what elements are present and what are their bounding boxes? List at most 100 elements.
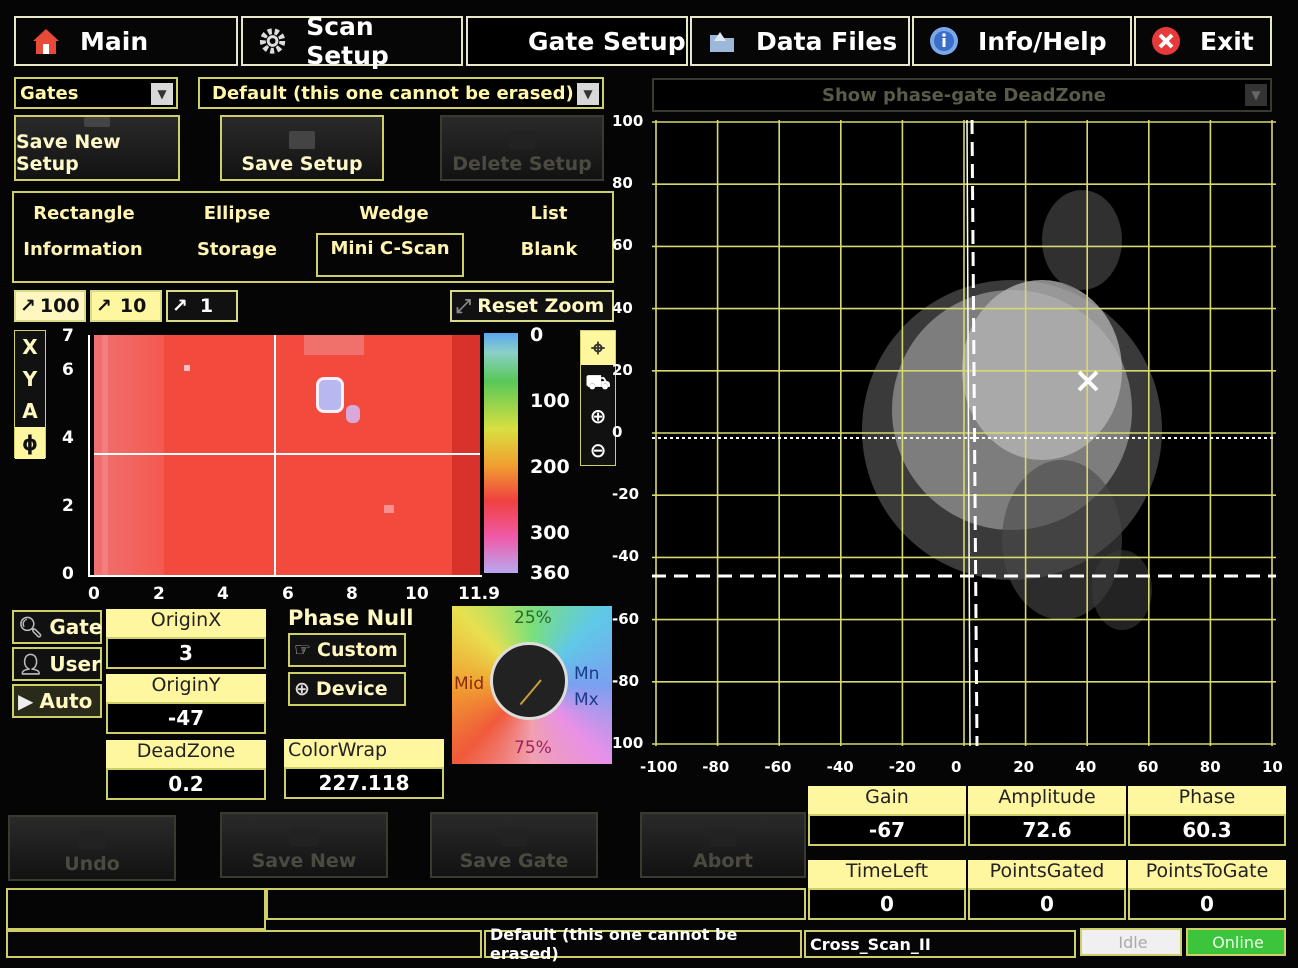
originy-input[interactable]: -47 — [106, 702, 266, 734]
pointstogate-value: 0 — [1128, 888, 1286, 920]
status-setup: Default (this one cannot be erased) — [484, 925, 802, 963]
plot-x-tick: 20 — [1013, 758, 1035, 776]
shape-wedge[interactable]: Wedge — [334, 203, 454, 224]
deadzone-label: DeadZone — [106, 740, 266, 768]
zoom-in-icon[interactable]: ⊕ — [581, 399, 615, 433]
zoom-1-button[interactable]: ↗ 1 — [166, 290, 238, 322]
undo-icon — [79, 831, 105, 849]
gear-icon — [259, 28, 286, 54]
shape-mini-cscan[interactable]: Mini C-Scan — [316, 233, 464, 277]
axis-x-option[interactable]: X — [15, 331, 45, 363]
mini-cscan-image[interactable] — [94, 335, 480, 575]
phase-color-dial[interactable]: 25% 75% Mid Mn Mx — [452, 606, 612, 764]
axis-selector: X Y A ϕ — [14, 330, 46, 459]
cscan-y-tick: 4 — [62, 428, 74, 448]
plot-y-tick: 0 — [612, 423, 623, 441]
tab-info-help[interactable]: Info/Help — [912, 16, 1132, 66]
deadzone-input[interactable]: 0.2 — [106, 768, 266, 800]
phase-label: Phase — [1128, 786, 1286, 814]
tab-scan-setup[interactable]: Scan Setup — [241, 12, 463, 70]
home-icon — [33, 29, 59, 54]
plot-y-tick: -20 — [612, 485, 640, 504]
chevron-down-icon: ▼ — [151, 83, 173, 105]
diagonal-arrow-icon: ↗ — [20, 295, 36, 317]
save-setup-button[interactable]: Save Setup — [220, 115, 384, 181]
button-label: Save Gate — [459, 850, 569, 872]
close-icon — [1152, 27, 1180, 55]
select-value: Default (this one cannot be erased) — [212, 82, 574, 104]
axis-a-option[interactable]: A — [15, 395, 45, 427]
phase-value: 60.3 — [1128, 814, 1286, 846]
scale-tick: 360 — [530, 562, 570, 584]
shape-storage[interactable]: Storage — [182, 239, 292, 260]
user-mode-button[interactable]: 👤︎ User — [12, 647, 102, 681]
plot-x-tick: 60 — [1137, 758, 1159, 776]
tab-exit[interactable]: Exit — [1134, 16, 1272, 66]
plot-y-tick: 40 — [612, 298, 633, 317]
plot-x-tick: -100 — [640, 758, 678, 776]
button-label: Undo — [64, 853, 120, 875]
phase-plot[interactable] — [652, 120, 1276, 746]
tab-label: Gate Setup — [528, 26, 686, 56]
save-new-button[interactable]: Save New — [220, 812, 388, 878]
shape-rectangle[interactable]: Rectangle — [24, 203, 144, 224]
plot-x-tick: -60 — [764, 758, 792, 776]
diagonal-arrow-icon: ↗ — [172, 295, 188, 317]
crosshair-icon[interactable]: ⌖ — [581, 331, 615, 365]
shape-ellipse[interactable]: Ellipse — [182, 203, 292, 224]
setup-select[interactable]: Default (this one cannot be erased) ▼ — [198, 77, 604, 109]
delete-setup-button[interactable]: Delete Setup — [440, 115, 604, 181]
plot-y-tick: -80 — [612, 671, 640, 690]
originx-label: OriginX — [106, 609, 266, 637]
colorwrap-input[interactable]: 227.118 — [284, 767, 444, 799]
scale-tick: 0 — [530, 324, 544, 346]
axis-phase-option[interactable]: ϕ — [15, 427, 45, 459]
gain-label: Gain — [808, 786, 966, 814]
play-icon: ▶ — [18, 689, 34, 713]
cscan-x-tick: 10 — [405, 584, 429, 604]
originx-input[interactable]: 3 — [106, 637, 266, 669]
zoom-100-button[interactable]: ↗ 100 — [14, 290, 86, 322]
timeleft-value: 0 — [808, 888, 966, 920]
plot-y-tick: 20 — [612, 360, 633, 379]
pointstogate-label: PointsToGate — [1128, 860, 1286, 888]
cscan-y-tick: 6 — [62, 360, 74, 380]
diagonal-arrow-icon: ↗ — [96, 295, 112, 317]
dial-knob[interactable] — [490, 642, 568, 720]
plot-y-tick: -40 — [612, 547, 640, 566]
status-file: Cross_Scan_II — [804, 930, 1076, 958]
abort-icon — [710, 828, 736, 846]
device-button[interactable]: ⊕ Device — [288, 672, 406, 706]
tab-gate-setup[interactable]: Gate Setup — [466, 16, 688, 66]
reset-zoom-label: Reset Zoom — [477, 295, 605, 317]
shape-list[interactable]: List — [494, 203, 604, 224]
save-icon — [84, 117, 110, 127]
button-label: Delete Setup — [452, 153, 592, 175]
auto-mode-button[interactable]: ▶ Auto — [12, 684, 102, 718]
custom-button[interactable]: ☞ Custom — [288, 633, 406, 667]
gate-type-select[interactable]: Gates ▼ — [14, 77, 178, 109]
shape-information[interactable]: Information — [18, 239, 148, 260]
shape-blank[interactable]: Blank — [494, 239, 604, 260]
gate-mode-button[interactable]: 🔍︎ Gate — [12, 610, 102, 644]
dial-top-label: 25% — [514, 608, 552, 628]
save-gate-button[interactable]: Save Gate — [430, 812, 598, 878]
status-message — [6, 930, 482, 958]
undo-button[interactable]: Undo — [8, 815, 176, 881]
zoom-label: 1 — [199, 295, 214, 317]
tab-main[interactable]: Main — [14, 16, 238, 66]
button-label: Save New — [251, 850, 357, 872]
tab-data-files[interactable]: Data Files — [690, 16, 910, 66]
tab-label: Scan Setup — [306, 12, 389, 70]
abort-button[interactable]: Abort — [640, 812, 806, 878]
axis-y-option[interactable]: Y — [15, 363, 45, 395]
reset-zoom-button[interactable]: ⤢ Reset Zoom — [450, 290, 614, 322]
cscan-tools: ⌖ ⛟ ⊕ ⊖ — [580, 330, 616, 466]
truck-icon[interactable]: ⛟ — [581, 365, 615, 399]
tab-label: Exit — [1200, 26, 1254, 56]
zoom-out-icon[interactable]: ⊖ — [581, 433, 615, 467]
zoom-10-button[interactable]: ↗ 10 — [90, 290, 162, 322]
deadzone-display-select[interactable]: Show phase-gate DeadZone ▼ — [652, 78, 1272, 112]
scale-tick: 300 — [530, 522, 570, 544]
save-new-setup-button[interactable]: Save New Setup — [14, 115, 180, 181]
